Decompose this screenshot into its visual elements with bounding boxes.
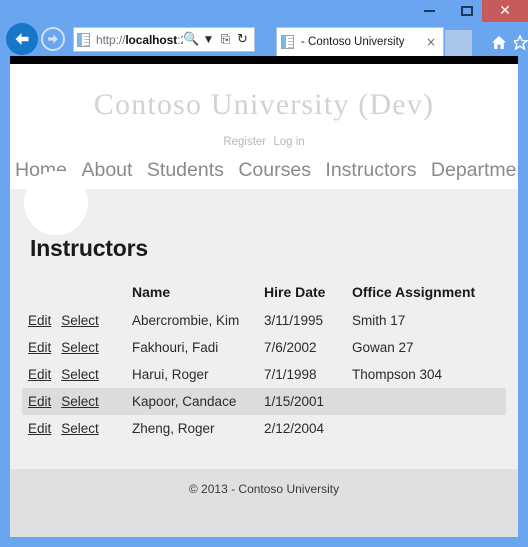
cell-hire-date: 2/12/2004 <box>264 421 325 436</box>
cell-hire-date: 7/1/1998 <box>264 367 317 382</box>
home-icon <box>492 35 506 49</box>
column-header-office: Office Assignment <box>352 284 476 300</box>
cell-name: Kapoor, Candace <box>126 388 258 415</box>
back-arrow-icon <box>15 33 29 45</box>
edit-link[interactable]: Edit <box>28 367 51 382</box>
address-bar[interactable]: http://localhost:214 🔍 ▼ ⎘ ↻ <box>73 27 255 52</box>
compatibility-view-icon[interactable]: ⎘ <box>217 32 234 47</box>
edit-link[interactable]: Edit <box>28 340 51 355</box>
site-title: Contoso University (Dev) <box>93 88 435 121</box>
nav-item-instructors[interactable]: Instructors <box>325 159 416 181</box>
page-top-black-bar <box>10 56 518 64</box>
nav-item-courses[interactable]: Courses <box>238 159 311 181</box>
page-favicon-icon <box>77 32 93 48</box>
browser-toolbar: http://localhost:214 🔍 ▼ ⎘ ↻ - Contoso U… <box>0 22 528 56</box>
close-button[interactable]: ✕ <box>482 0 528 22</box>
refresh-icon[interactable]: ↻ <box>234 32 251 47</box>
back-button[interactable] <box>6 23 38 55</box>
url-text: http://localhost:214 <box>93 33 183 47</box>
maximize-button[interactable] <box>448 0 486 22</box>
search-icon[interactable]: 🔍 <box>183 32 200 47</box>
maximize-icon <box>461 6 473 16</box>
url-scheme: http:// <box>96 32 126 47</box>
row-actions: Edit Select <box>22 361 126 388</box>
browser-tab[interactable]: - Contoso University × <box>276 27 444 56</box>
main-navigation: Home About Students Courses Instructors … <box>10 159 518 189</box>
row-actions: Edit Select <box>22 415 126 442</box>
table-body: Edit Select Abercrombie, Kim 3/11/1995 Smith… <box>22 307 506 442</box>
cell-hire-date: 7/6/2002 <box>264 340 317 355</box>
minimize-button[interactable] <box>410 0 448 22</box>
instructors-table: Name Hire Date Office Assignment Edit Sel… <box>22 280 506 442</box>
forward-button[interactable] <box>41 27 65 51</box>
tab-title: - Contoso University <box>301 36 405 48</box>
home-button[interactable] <box>488 31 510 53</box>
tab-favicon-icon <box>281 34 297 50</box>
cell-name: Zheng, Roger <box>132 421 215 436</box>
cell-office-assignment: Thompson 304 <box>352 367 443 382</box>
new-tab-button[interactable] <box>445 30 472 56</box>
nav-item-students[interactable]: Students <box>147 159 224 181</box>
browser-window: ✕ http://localhost:214 🔍 ▼ ⎘ ↻ <box>0 0 528 547</box>
main-content: Instructors Name Hire Date Office Assign… <box>10 189 518 442</box>
table-row[interactable]: Edit Select Fakhouri, Fadi 7/6/2002 Gowan 27 <box>22 334 506 361</box>
cell-name: Harui, Roger <box>132 367 209 382</box>
minimize-icon <box>423 10 435 12</box>
column-header-hire-date: Hire Date <box>264 284 326 300</box>
page-viewport: Contoso University (Dev) Register Log in… <box>10 56 518 537</box>
table-header-row: Name Hire Date Office Assignment <box>22 280 506 307</box>
table-row[interactable]: Edit Select Zheng, Roger 2/12/2004 <box>22 415 506 442</box>
tab-strip: - Contoso University × <box>276 27 528 56</box>
register-link[interactable]: Register <box>223 136 266 148</box>
row-actions: Edit Select <box>22 307 126 334</box>
cell-office-assignment: Smith 17 <box>352 313 406 328</box>
select-link[interactable]: Select <box>61 367 99 382</box>
edit-link[interactable]: Edit <box>28 421 51 436</box>
column-header-actions <box>22 280 126 307</box>
tab-close-icon[interactable]: × <box>423 35 439 49</box>
url-host: localhost <box>125 32 178 47</box>
cell-name: Fakhouri, Fadi <box>132 340 219 355</box>
close-icon: ✕ <box>499 3 511 19</box>
cell-office-assignment <box>346 388 506 415</box>
table-row[interactable]: Edit Select Abercrombie, Kim 3/11/1995 Smith… <box>22 307 506 334</box>
cell-hire-date: 1/15/2001 <box>258 388 346 415</box>
cell-hire-date: 3/11/1995 <box>264 313 324 328</box>
table-row[interactable]: Edit Select Kapoor, Candace 1/15/2001 <box>22 388 506 415</box>
column-header-name: Name <box>132 284 171 300</box>
select-link[interactable]: Select <box>61 421 99 436</box>
select-link[interactable]: Select <box>61 313 99 328</box>
login-link[interactable]: Log in <box>273 136 304 148</box>
site-header: Contoso University (Dev) Register Log in… <box>10 64 518 189</box>
table-header: Name Hire Date Office Assignment <box>22 280 506 307</box>
table-row[interactable]: Edit Select Harui, Roger 7/1/1998 Thompson 3… <box>22 361 506 388</box>
select-link[interactable]: Select <box>61 340 99 355</box>
cell-name: Abercrombie, Kim <box>132 313 240 328</box>
select-link[interactable]: Select <box>61 394 99 409</box>
forward-arrow-icon <box>48 34 58 44</box>
footer-copyright: © 2013 - Contoso University <box>188 482 340 496</box>
edit-link[interactable]: Edit <box>28 313 51 328</box>
chevron-down-icon[interactable]: ▼ <box>200 35 217 45</box>
edit-link[interactable]: Edit <box>28 394 51 409</box>
row-actions: Edit Select <box>22 388 126 415</box>
window-title-bar: ✕ <box>0 0 528 22</box>
page-footer: © 2013 - Contoso University <box>10 469 518 537</box>
row-actions: Edit Select <box>22 334 126 361</box>
nav-item-about[interactable]: About <box>81 159 132 181</box>
cell-office-assignment: Gowan 27 <box>352 340 414 355</box>
nav-item-departments[interactable]: Departments <box>431 159 518 181</box>
cell-office-assignment <box>346 415 506 442</box>
favorites-star-icon <box>514 34 528 50</box>
page-body: Instructors Name Hire Date Office Assign… <box>10 171 518 537</box>
page-title: Instructors <box>30 235 148 261</box>
account-links: Register Log in <box>10 136 518 148</box>
favorites-button[interactable] <box>514 31 528 53</box>
